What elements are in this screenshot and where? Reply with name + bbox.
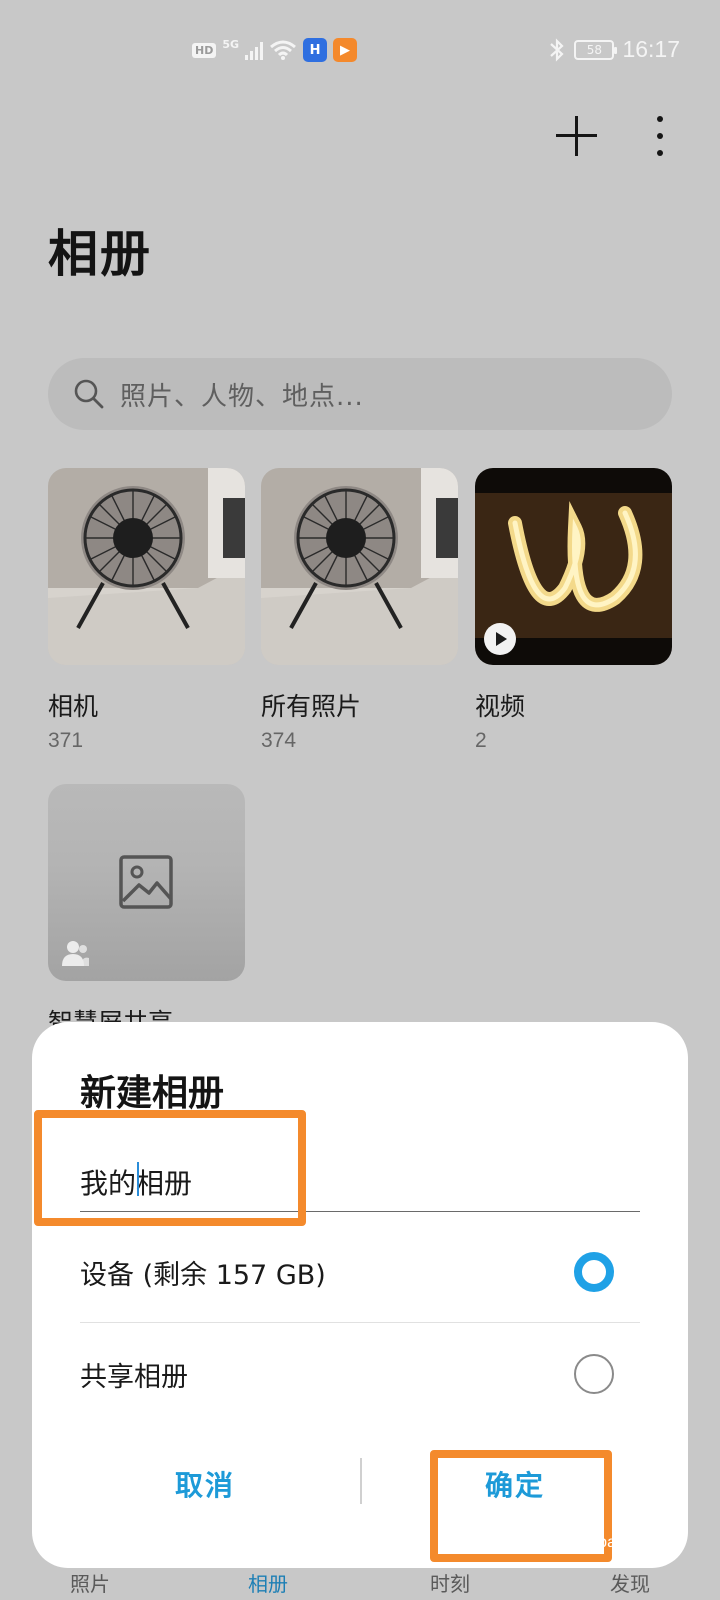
page-title: 相册 [48, 225, 152, 283]
nav-photos[interactable]: 照片 [70, 1568, 110, 1597]
album-name: 视频 [475, 692, 526, 721]
dialog-title: 新建相册 [80, 1073, 225, 1114]
album-count: 374 [261, 729, 297, 752]
album-count: 371 [48, 729, 84, 752]
album-screen-share[interactable]: 智慧屏共享 [48, 784, 245, 1039]
wifi-icon [270, 40, 296, 60]
option-device-label: 设备 (剩余 157 GB) [80, 1259, 326, 1291]
image-placeholder-icon [119, 855, 173, 909]
watermark: jingyan.baidu.com [543, 1534, 672, 1551]
5g-label: 5G [222, 37, 240, 51]
status-right-icons: 58 16:17 [548, 36, 680, 63]
album-name: 相机 [48, 692, 99, 721]
option-shared-label: 共享相册 [80, 1361, 188, 1393]
album-all-photos[interactable]: 所有照片 374 [261, 468, 458, 753]
album-cover [48, 468, 245, 665]
app-notification-icon: H [303, 38, 328, 62]
radio-unselected[interactable] [574, 1354, 614, 1394]
option-device[interactable]: 设备 (剩余 157 GB) [80, 1222, 640, 1322]
search-icon [74, 379, 104, 409]
nav-discover[interactable]: 发现 [610, 1568, 650, 1597]
album-count: 2 [475, 729, 487, 752]
album-name: 所有照片 [261, 692, 362, 721]
album-cover [261, 468, 458, 665]
button-divider [360, 1458, 362, 1504]
option-shared-album[interactable]: 共享相册 [80, 1324, 640, 1424]
play-icon [484, 623, 516, 655]
bottom-nav: 照片 相册 时刻 发现 [0, 1568, 720, 1600]
search-input[interactable]: 照片、人物、地点... [120, 376, 364, 413]
nav-albums[interactable]: 相册 [248, 1568, 288, 1597]
divider [80, 1322, 640, 1323]
search-bar[interactable]: 照片、人物、地点... [48, 358, 672, 430]
signal-icon [245, 40, 264, 60]
cancel-button[interactable]: 取消 [80, 1454, 330, 1514]
album-videos[interactable]: 视频 2 [475, 468, 672, 753]
status-bar: HD 5G H ▶ 58 16:17 [0, 0, 720, 104]
shared-users-icon [62, 941, 89, 966]
hd-icon: HD [192, 42, 217, 58]
radio-selected[interactable] [574, 1252, 614, 1292]
album-camera[interactable]: 相机 371 [48, 468, 245, 753]
nav-moments[interactable]: 时刻 [430, 1568, 470, 1597]
video-app-icon: ▶ [333, 38, 358, 62]
battery-icon: 58 [574, 39, 618, 60]
album-cover [48, 784, 245, 981]
more-vertical-icon[interactable] [648, 112, 672, 160]
status-left-icons: HD 5G H ▶ [192, 37, 358, 62]
plus-icon[interactable] [552, 112, 600, 160]
album-cover [475, 468, 672, 665]
bluetooth-icon [550, 37, 565, 62]
clock: 16:17 [622, 36, 680, 62]
highlight-name-input [34, 1110, 306, 1226]
